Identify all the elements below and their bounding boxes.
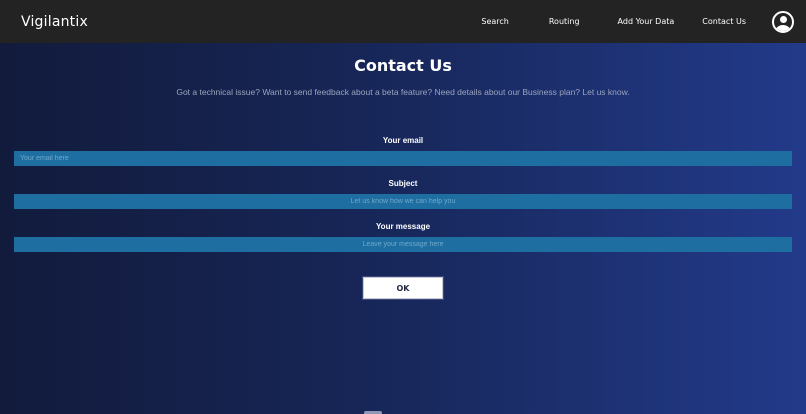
contact-page: Contact Us Got a technical issue? Want t…: [0, 56, 806, 299]
avatar-body: [776, 24, 790, 31]
email-field[interactable]: [14, 151, 792, 166]
nav-links: Search Routing Add Your Data Contact Us: [481, 10, 794, 33]
nav-link-search[interactable]: Search: [481, 17, 508, 26]
navbar: Vigilantix Search Routing Add Your Data …: [0, 0, 806, 43]
avatar-head: [779, 16, 787, 23]
page-title: Contact Us: [354, 56, 452, 75]
ok-button[interactable]: OK: [363, 277, 443, 299]
page-subtitle: Got a technical issue? Want to send feed…: [176, 87, 630, 97]
brand-logo[interactable]: Vigilantix: [21, 14, 88, 30]
message-label: Your message: [375, 222, 431, 231]
nav-link-contact-us[interactable]: Contact Us: [702, 17, 746, 26]
user-circle-icon[interactable]: [772, 10, 794, 33]
nav-link-routing[interactable]: Routing: [549, 17, 580, 26]
contact-form: Your email Subject Your message OK: [0, 136, 806, 299]
subject-label: Subject: [388, 179, 418, 188]
email-label: Your email: [382, 136, 424, 145]
nav-link-add-your-data[interactable]: Add Your Data: [618, 17, 675, 26]
message-field[interactable]: [14, 237, 792, 252]
subject-field[interactable]: [14, 194, 792, 209]
